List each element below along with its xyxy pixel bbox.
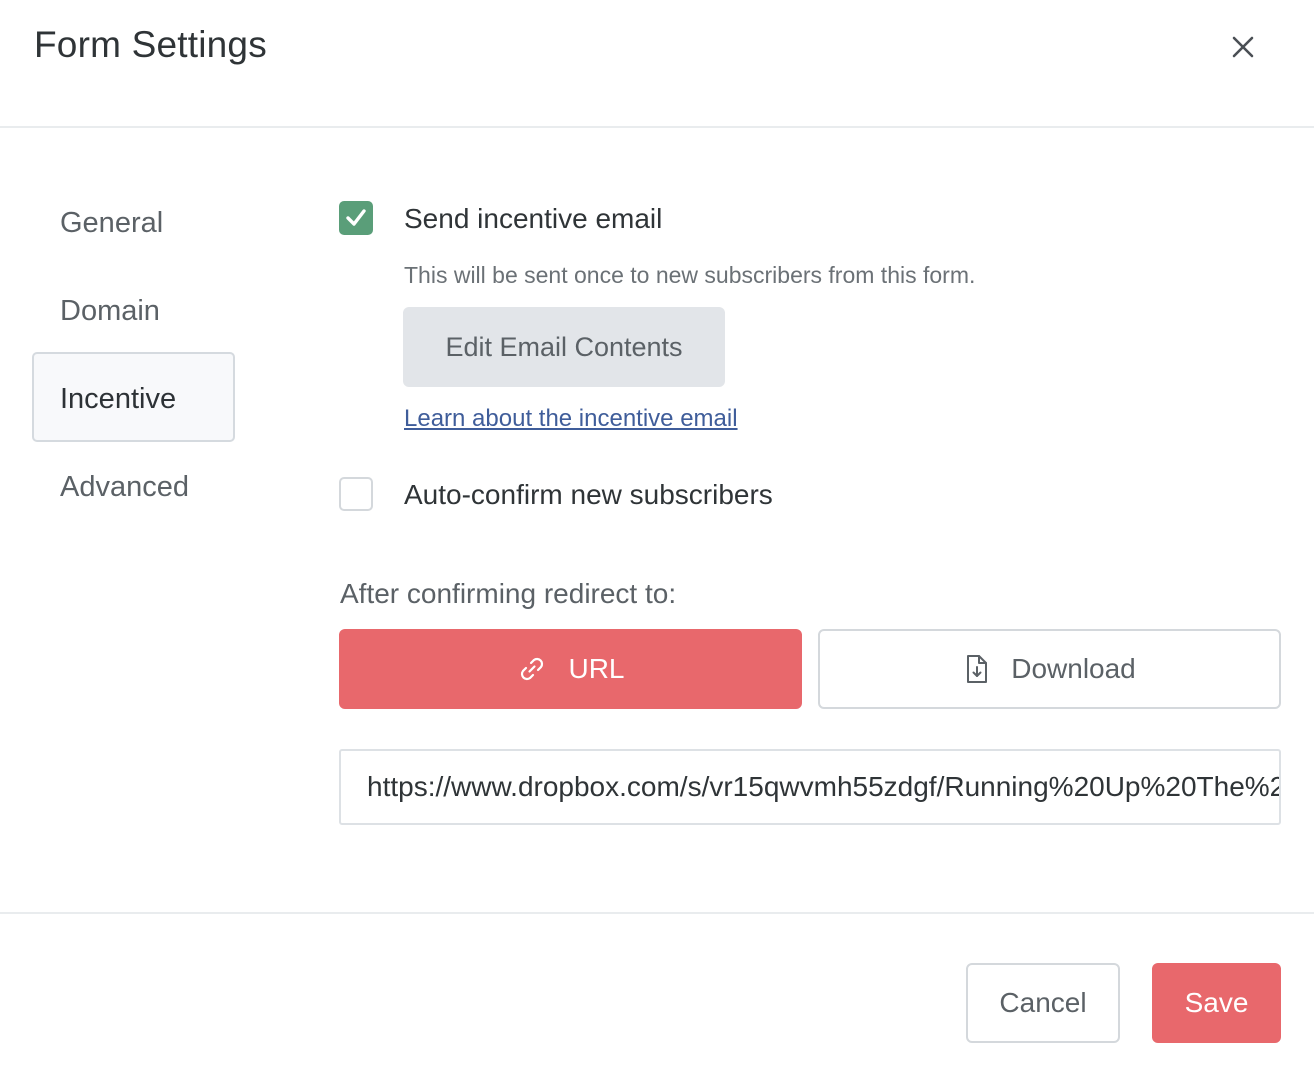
- dialog-header: Form Settings: [0, 0, 1314, 128]
- auto-confirm-checkbox[interactable]: [339, 477, 373, 511]
- learn-incentive-link[interactable]: Learn about the incentive email: [404, 405, 738, 433]
- nav-item-advanced[interactable]: Advanced: [32, 440, 235, 530]
- nav-item-general[interactable]: General: [32, 176, 235, 266]
- cancel-button[interactable]: Cancel: [966, 963, 1120, 1043]
- send-incentive-help: This will be sent once to new subscriber…: [404, 262, 976, 288]
- close-button[interactable]: [1222, 26, 1264, 68]
- close-icon[interactable]: [1222, 26, 1264, 68]
- save-button[interactable]: Save: [1152, 963, 1281, 1043]
- redirect-download-button[interactable]: Download: [818, 629, 1281, 709]
- send-incentive-label: Send incentive email: [404, 203, 663, 234]
- edit-email-contents-button[interactable]: Edit Email Contents: [403, 307, 725, 387]
- nav-item-domain-name[interactable]: Domain Name: [32, 264, 235, 417]
- redirect-url-button[interactable]: URL: [339, 629, 802, 709]
- footer-divider: [0, 912, 1314, 914]
- auto-confirm-label: Auto-confirm new subscribers: [404, 479, 773, 510]
- redirect-url-input[interactable]: https://www.dropbox.com/s/vr15qwvmh55zdg…: [339, 749, 1281, 825]
- file-download-icon: [967, 655, 988, 683]
- dialog-title: Form Settings: [34, 24, 267, 65]
- send-incentive-checkbox[interactable]: [339, 201, 373, 235]
- nav-item-incentive[interactable]: Incentive: [32, 352, 235, 442]
- link-icon: [521, 657, 544, 681]
- redirect-download-label: Download: [1011, 653, 1136, 684]
- redirect-label: After confirming redirect to:: [340, 578, 677, 609]
- redirect-url-label: URL: [568, 653, 625, 684]
- check-icon: [346, 209, 366, 226]
